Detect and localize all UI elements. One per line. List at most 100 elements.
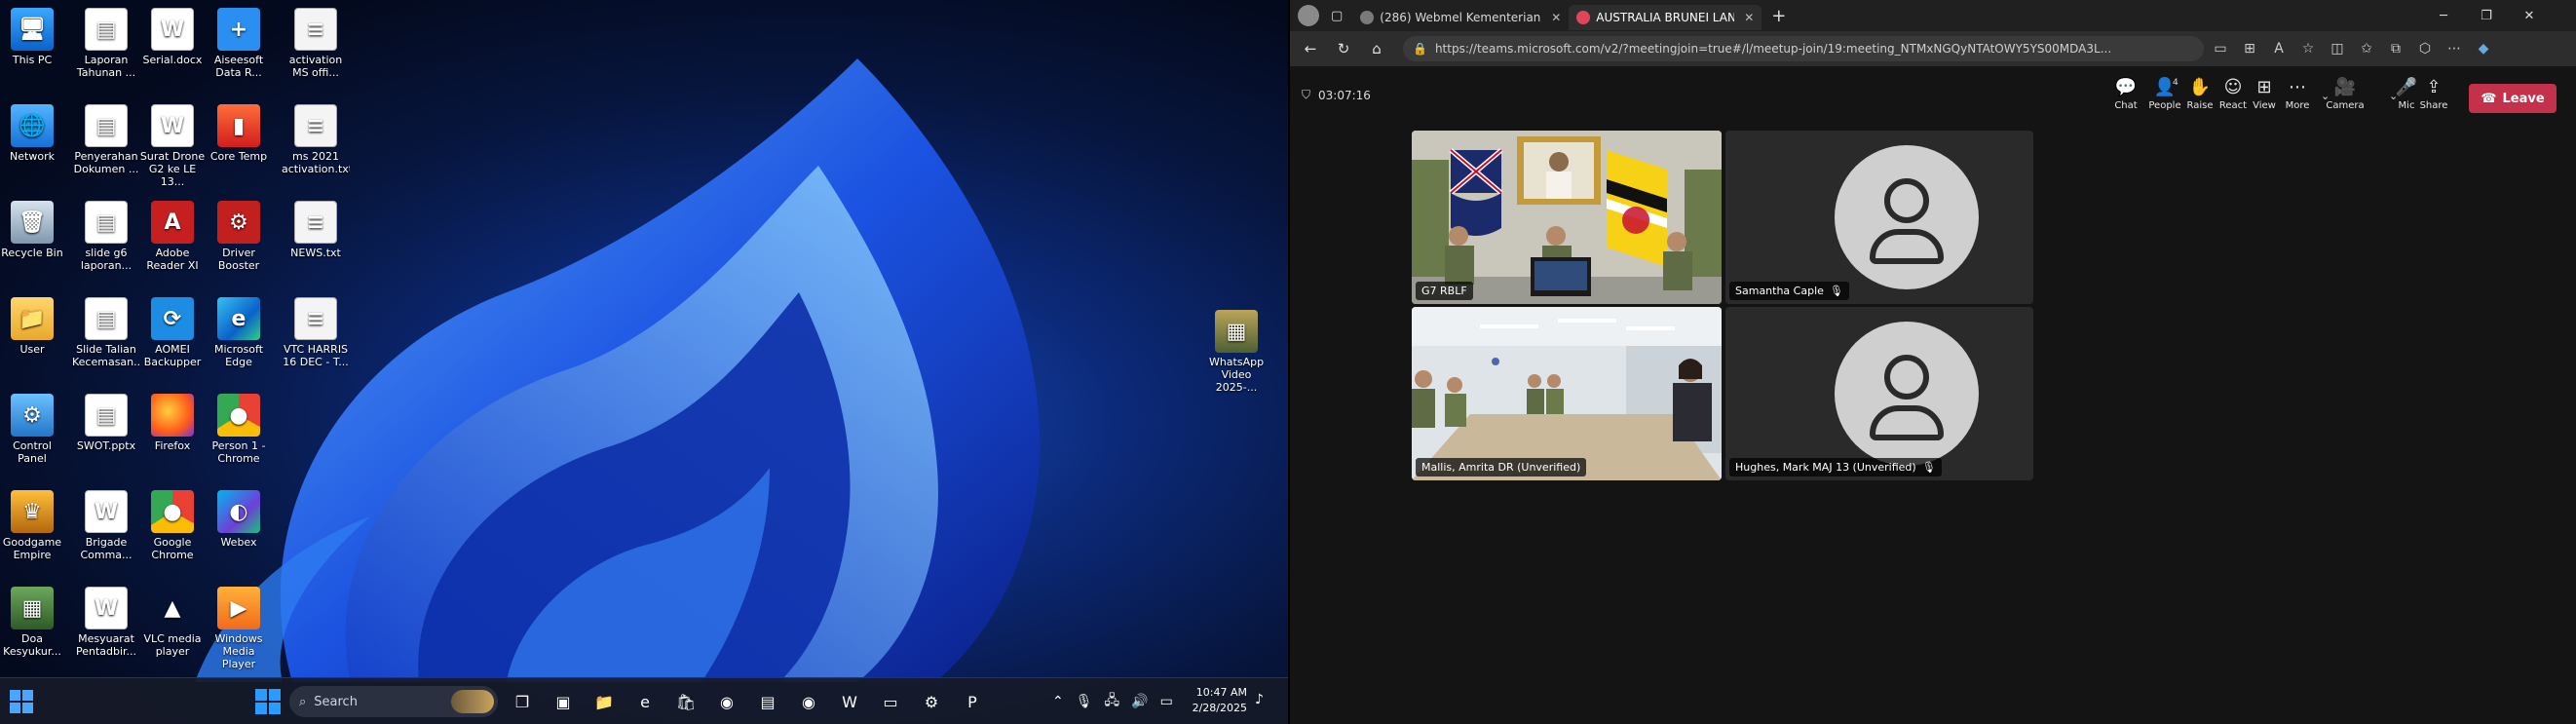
home-icon[interactable]: ⌂ bbox=[1362, 35, 1391, 62]
more-icon[interactable]: ⋯ bbox=[2442, 36, 2467, 61]
desktop-icon-serial-docx[interactable]: W Serial.docx bbox=[138, 8, 207, 66]
app-available-icon[interactable]: ⊞ bbox=[2237, 36, 2262, 61]
desktop-icon-news-txt[interactable]: ≡ NEWS.txt bbox=[282, 201, 350, 259]
extension-icon[interactable]: ⬡ bbox=[2412, 36, 2438, 61]
refresh-icon[interactable]: ↻ bbox=[1329, 35, 1358, 62]
desktop-icon-whatsapp-video[interactable]: ▦ WhatsApp Video 2025-... bbox=[1202, 310, 1270, 394]
desktop-icon-laporan-tahunan[interactable]: ▤ Laporan Tahunan ... bbox=[72, 8, 140, 79]
edge-icon[interactable]: e bbox=[631, 688, 659, 715]
desktop-icon-this-pc[interactable]: 🖥 This PC bbox=[0, 8, 66, 66]
desktop-icon-slide-talian[interactable]: ▤ Slide Talian Kecemasan... bbox=[72, 297, 140, 368]
teams-icon[interactable]: ▣ bbox=[549, 688, 577, 715]
minimize-icon[interactable]: ─ bbox=[2422, 0, 2465, 31]
desktop-icon-mesyuarat[interactable]: W Mesyuarat Pentadbir... bbox=[72, 587, 140, 658]
volume-icon[interactable]: 🔊 bbox=[1131, 694, 1148, 709]
this-pc-icon: 🖥 bbox=[11, 8, 54, 51]
desktop-icon-aiseesoft[interactable]: + Aiseesoft Data R... bbox=[205, 8, 273, 79]
file-explorer-icon[interactable]: 📁 bbox=[590, 688, 618, 715]
widgets-icon[interactable] bbox=[10, 690, 33, 713]
battery-icon[interactable]: ▭ bbox=[1160, 694, 1173, 709]
favorite-star-icon[interactable]: ☆ bbox=[2295, 36, 2321, 61]
desktop-icon-brigade-comma[interactable]: W Brigade Comma... bbox=[72, 490, 140, 561]
profile-avatar[interactable] bbox=[1298, 5, 1319, 26]
chat-label: Chat bbox=[2114, 100, 2138, 111]
share-button[interactable]: ⇪ Share bbox=[2410, 78, 2457, 112]
brigade-comma-icon: W bbox=[85, 490, 128, 533]
favorites-icon[interactable]: ✩ bbox=[2354, 36, 2379, 61]
chrome-icon[interactable]: ◉ bbox=[795, 688, 822, 715]
desktop-icon-webex[interactable]: ◐ Webex bbox=[205, 490, 273, 549]
notification-bell-icon[interactable]: ♪ bbox=[1255, 692, 1264, 707]
split-screen-icon[interactable]: ◫ bbox=[2325, 36, 2350, 61]
desktop-icon-label: WhatsApp Video 2025-... bbox=[1208, 356, 1265, 394]
desktop-icon-driver-booster[interactable]: ⚙ Driver Booster bbox=[205, 201, 273, 272]
network-icon[interactable]: 🖧 bbox=[1105, 690, 1120, 713]
word-icon[interactable]: W bbox=[836, 688, 863, 715]
mic-off-icon: 🎙 bbox=[1921, 461, 1936, 474]
video-tile-g7-rblf[interactable]: G7 RBLF bbox=[1412, 131, 1722, 304]
back-icon[interactable]: ← bbox=[1296, 35, 1325, 62]
desktop-icon-google-chrome[interactable]: ● Google Chrome bbox=[138, 490, 207, 561]
tab-close-icon[interactable]: ✕ bbox=[1744, 11, 1754, 24]
task-view-icon[interactable]: ❐ bbox=[509, 688, 536, 715]
close-icon[interactable]: ✕ bbox=[2508, 0, 2551, 31]
firefox-icon[interactable]: ◉ bbox=[713, 688, 740, 715]
desktop-icon-label: Slide Talian Kecemasan... bbox=[72, 343, 140, 368]
desktop-icon-slide-g6[interactable]: ▤ slide g6 laporan... bbox=[72, 201, 140, 272]
desktop-icon-surat-drone[interactable]: W Surat Drone G2 ke LE 13... bbox=[138, 104, 207, 188]
url-field[interactable]: 🔒 https://teams.microsoft.com/v2/?meetin… bbox=[1403, 36, 2204, 61]
read-aloud-icon[interactable]: A bbox=[2266, 36, 2292, 61]
desktop-icon-label: Webex bbox=[220, 536, 257, 549]
desktop-icon-goodgame-empire[interactable]: ♛ Goodgame Empire bbox=[0, 490, 66, 561]
desktop-icon-control-panel[interactable]: ⚙ Control Panel bbox=[0, 394, 66, 465]
more-button[interactable]: ⋯ More bbox=[2274, 78, 2321, 112]
desktop-icon-penyerahan-dokumen[interactable]: ▤ Penyerahan Dokumen ... bbox=[72, 104, 140, 175]
desktop-icon-label: Penyerahan Dokumen ... bbox=[73, 150, 139, 175]
start-button[interactable] bbox=[255, 689, 281, 714]
settings-icon[interactable]: ⚙ bbox=[918, 688, 945, 715]
camera-options-chevron-icon[interactable]: ⌄ bbox=[2321, 90, 2330, 102]
desktop-icon-doa-kesyukuran[interactable]: ▦ Doa Kesyukur... bbox=[0, 587, 66, 658]
browser-tab[interactable]: AUSTRALIA BRUNEI LAND W... ✕ bbox=[1569, 5, 1762, 30]
restore-icon[interactable]: ❐ bbox=[2465, 0, 2508, 31]
desktop-icon-label: This PC bbox=[12, 54, 53, 66]
desktop-icon-firefox[interactable]: Firefox bbox=[138, 394, 207, 452]
video-tile-mallis-amrita[interactable]: Mallis, Amrita DR (Unverified) bbox=[1412, 307, 1722, 480]
video-tile-samantha-caple[interactable]: Samantha Caple 🎙 bbox=[1725, 131, 2033, 304]
camera-permission-icon[interactable]: ▭ bbox=[2208, 36, 2233, 61]
microphone-icon[interactable]: 🎙 bbox=[1076, 694, 1093, 709]
desktop-icon-vtc-harris[interactable]: ≡ VTC HARRIS 16 DEC - T... bbox=[282, 297, 350, 368]
desktop-icon-recycle-bin[interactable]: 🗑 Recycle Bin bbox=[0, 201, 66, 259]
desktop-icon-core-temp[interactable]: ▮ Core Temp bbox=[205, 104, 273, 163]
aiseesoft-icon: + bbox=[217, 8, 260, 51]
desktop-icon-person1-chrome[interactable]: ● Person 1 - Chrome bbox=[205, 394, 273, 465]
desktop-icon-windows-media-player[interactable]: ▶ Windows Media Player bbox=[205, 587, 273, 670]
desktop-icon-ms2021-activation[interactable]: ≡ ms 2021 activation.txt bbox=[282, 104, 350, 175]
desktop-icon-network[interactable]: 🌐 Network bbox=[0, 104, 66, 163]
tab-actions-icon[interactable]: ▢ bbox=[1331, 9, 1343, 23]
tab-close-icon[interactable]: ✕ bbox=[1551, 11, 1561, 24]
app-icon[interactable]: ▤ bbox=[754, 688, 781, 715]
store-icon[interactable]: 🛍 bbox=[672, 688, 700, 715]
desktop-icon-aomei-backupper[interactable]: ⟳ AOMEI Backupper bbox=[138, 297, 207, 368]
desktop-icon-swot-pptx[interactable]: ▤ SWOT.pptx bbox=[72, 394, 140, 452]
copilot-icon[interactable]: ◆ bbox=[2471, 36, 2496, 61]
desktop-icon-adobe-reader[interactable]: A Adobe Reader XI bbox=[138, 201, 207, 272]
powerpoint-icon[interactable]: P bbox=[959, 688, 986, 715]
mic-options-chevron-icon[interactable]: ⌄ bbox=[2389, 90, 2398, 102]
terminal-icon[interactable]: ▭ bbox=[877, 688, 904, 715]
chevron-up-icon[interactable]: ⌃ bbox=[1052, 694, 1064, 709]
new-tab-icon[interactable]: + bbox=[1771, 6, 1786, 26]
desktop-icon-label: Laporan Tahunan ... bbox=[76, 54, 136, 79]
desktop-icon-vlc[interactable]: ▲ VLC media player bbox=[138, 587, 207, 658]
taskbar-clock[interactable]: 10:47 AM 2/28/2025 bbox=[1187, 685, 1247, 716]
video-tile-hughes-mark[interactable]: Hughes, Mark MAJ 13 (Unverified) 🎙 bbox=[1725, 307, 2033, 480]
taskbar-search-box[interactable]: ⌕ Search bbox=[289, 686, 498, 717]
desktop-icon-user[interactable]: 📁 User bbox=[0, 297, 66, 356]
desktop-icon-microsoft-edge[interactable]: e Microsoft Edge bbox=[205, 297, 273, 368]
browser-tab[interactable]: (286) Webmel Kementerian Pertah... ✕ bbox=[1352, 5, 1569, 30]
leave-button[interactable]: ☎ Leave bbox=[2469, 84, 2557, 113]
desktop-icon-label: Core Temp bbox=[209, 150, 268, 163]
collections-icon[interactable]: ⧉ bbox=[2383, 36, 2408, 61]
desktop-icon-activation-ms[interactable]: ≡ activation MS offi... bbox=[282, 8, 350, 79]
